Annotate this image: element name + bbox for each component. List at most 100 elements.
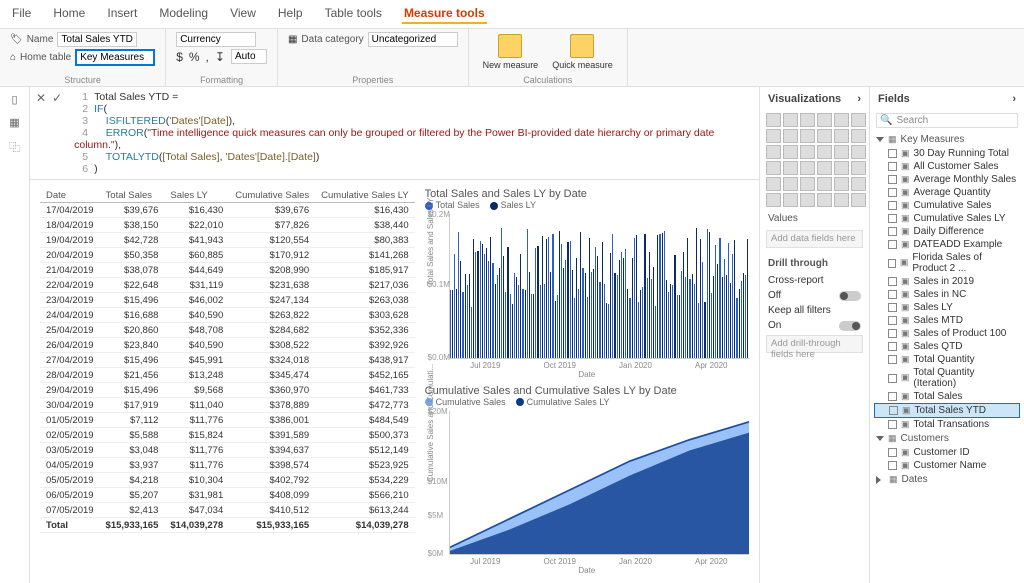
tab-help[interactable]: Help (276, 4, 305, 24)
table-row[interactable]: 21/04/2019$38,078$44,649$208,990$185,917 (40, 263, 415, 278)
field-item[interactable]: ▣DATEADD Example (874, 238, 1020, 251)
table-row[interactable]: 07/05/2019$2,413$47,034$410,512$613,244 (40, 503, 415, 518)
field-item[interactable]: ▣Total Quantity (Iteration) (874, 366, 1020, 390)
field-checkbox[interactable] (888, 188, 897, 197)
area-chart[interactable]: Cumulative Sales and Cumulative Sales LY… (425, 385, 749, 576)
chevron-right-icon[interactable]: › (1012, 93, 1016, 105)
field-item[interactable]: ▣Average Quantity (874, 186, 1020, 199)
field-item[interactable]: ▣Customer Name (874, 459, 1020, 472)
field-item[interactable]: ▣Sales LY (874, 301, 1020, 314)
table-row[interactable]: 04/05/2019$3,937$11,776$398,574$523,925 (40, 458, 415, 473)
field-checkbox[interactable] (888, 303, 897, 312)
table-row[interactable]: 23/04/2019$15,496$46,002$247,134$263,038 (40, 293, 415, 308)
field-item[interactable]: ▣30 Day Running Total (874, 147, 1020, 160)
viz-type-icon[interactable] (783, 113, 798, 127)
table-row[interactable]: 28/04/2019$21,456$13,248$345,474$452,165 (40, 368, 415, 383)
viz-type-icon[interactable] (817, 113, 832, 127)
quick-measure-button[interactable]: Quick measure (548, 32, 617, 72)
table-row[interactable]: 29/04/2019$15,496$9,568$360,970$461,733 (40, 383, 415, 398)
field-item[interactable]: ▣Florida Sales of Product 2 ... (874, 251, 1020, 275)
field-item[interactable]: ▣Average Monthly Sales (874, 173, 1020, 186)
field-checkbox[interactable] (888, 461, 897, 470)
table-header[interactable]: Cumulative Sales (229, 188, 315, 203)
table-row[interactable]: 20/04/2019$50,358$60,885$170,912$141,268 (40, 248, 415, 263)
field-checkbox[interactable] (888, 420, 897, 429)
viz-type-icon[interactable] (800, 113, 815, 127)
field-item[interactable]: ▣Total Sales YTD (874, 403, 1020, 418)
viz-type-icon[interactable] (851, 193, 866, 207)
field-group[interactable]: ▦Dates (874, 472, 1020, 487)
table-row[interactable]: 06/05/2019$5,207$31,981$408,099$566,210 (40, 488, 415, 503)
viz-type-icon[interactable] (800, 177, 815, 191)
viz-type-icon[interactable] (851, 129, 866, 143)
field-checkbox[interactable] (888, 227, 897, 236)
field-checkbox[interactable] (888, 392, 897, 401)
bar-chart[interactable]: Total Sales and Sales LY by Date Total S… (425, 188, 749, 379)
field-checkbox[interactable] (888, 448, 897, 457)
field-checkbox[interactable] (888, 240, 897, 249)
report-view-icon[interactable]: ▯ (11, 93, 17, 106)
fields-search[interactable]: 🔍Search (876, 113, 1018, 128)
viz-type-icon[interactable] (834, 113, 849, 127)
field-checkbox[interactable] (888, 214, 897, 223)
decimals-button[interactable]: ↧ (215, 50, 225, 64)
field-item[interactable]: ▣Sales in 2019 (874, 275, 1020, 288)
viz-type-icon[interactable] (851, 113, 866, 127)
viz-type-icon[interactable] (834, 129, 849, 143)
formula-cancel-icon[interactable]: ✕ (36, 91, 46, 105)
viz-type-icon[interactable] (783, 177, 798, 191)
percent-button[interactable]: % (189, 50, 200, 64)
table-header[interactable]: Sales LY (164, 188, 229, 203)
viz-type-icon[interactable] (851, 145, 866, 159)
model-view-icon[interactable]: ⿻ (9, 139, 20, 155)
field-item[interactable]: ▣Sales MTD (874, 314, 1020, 327)
table-header[interactable]: Date (40, 188, 100, 203)
currency-button[interactable]: $ (176, 50, 183, 64)
field-item[interactable]: ▣Daily Difference (874, 225, 1020, 238)
table-header[interactable]: Total Sales (100, 188, 165, 203)
field-checkbox[interactable] (888, 162, 897, 171)
table-row[interactable]: 17/04/2019$39,676$16,430$39,676$16,430 (40, 203, 415, 218)
viz-type-icon[interactable] (783, 129, 798, 143)
table-row[interactable]: 05/05/2019$4,218$10,304$402,792$534,229 (40, 473, 415, 488)
field-checkbox[interactable] (888, 329, 897, 338)
table-row[interactable]: 19/04/2019$42,728$41,943$120,554$80,383 (40, 233, 415, 248)
chevron-right-icon[interactable]: › (857, 93, 861, 105)
field-item[interactable]: ▣All Customer Sales (874, 160, 1020, 173)
keep-filters-toggle[interactable] (839, 321, 861, 331)
field-checkbox[interactable] (888, 316, 897, 325)
field-checkbox[interactable] (888, 355, 897, 364)
viz-type-icon[interactable] (834, 161, 849, 175)
viz-type-icon[interactable] (851, 177, 866, 191)
field-item[interactable]: ▣Total Quantity (874, 353, 1020, 366)
thousands-button[interactable]: , (206, 50, 209, 64)
field-checkbox[interactable] (888, 259, 896, 268)
viz-type-icon[interactable] (766, 113, 781, 127)
decimal-auto[interactable] (231, 49, 267, 64)
table-row[interactable]: 18/04/2019$38,150$22,010$77,826$38,440 (40, 218, 415, 233)
formula-commit-icon[interactable]: ✓ (52, 91, 62, 105)
table-row[interactable]: 02/05/2019$5,588$15,824$391,589$500,373 (40, 428, 415, 443)
dax-editor[interactable]: 1Total Sales YTD = 2IF( 3 ISFILTERED('Da… (68, 87, 759, 179)
table-row[interactable]: 27/04/2019$15,496$45,991$324,018$438,917 (40, 353, 415, 368)
values-well[interactable]: Add data fields here (766, 230, 863, 248)
viz-type-icon[interactable] (817, 145, 832, 159)
table-row[interactable]: 24/04/2019$16,688$40,590$263,822$303,628 (40, 308, 415, 323)
field-checkbox[interactable] (888, 342, 897, 351)
viz-type-icon[interactable] (817, 129, 832, 143)
table-row[interactable]: 26/04/2019$23,840$40,590$308,522$392,926 (40, 338, 415, 353)
tab-insert[interactable]: Insert (105, 4, 139, 24)
viz-type-icon[interactable] (834, 193, 849, 207)
viz-type-icon[interactable] (817, 193, 832, 207)
field-item[interactable]: ▣Cumulative Sales (874, 199, 1020, 212)
table-row[interactable]: 01/05/2019$7,112$11,776$386,001$484,549 (40, 413, 415, 428)
field-item[interactable]: ▣Sales in NC (874, 288, 1020, 301)
table-row[interactable]: 03/05/2019$3,048$11,776$394,637$512,149 (40, 443, 415, 458)
tab-modeling[interactable]: Modeling (157, 4, 210, 24)
viz-type-icon[interactable] (783, 193, 798, 207)
field-checkbox[interactable] (888, 277, 897, 286)
field-checkbox[interactable] (888, 149, 897, 158)
field-checkbox[interactable] (888, 201, 897, 210)
drill-well[interactable]: Add drill-through fields here (766, 335, 863, 353)
field-item[interactable]: ▣Customer ID (874, 446, 1020, 459)
